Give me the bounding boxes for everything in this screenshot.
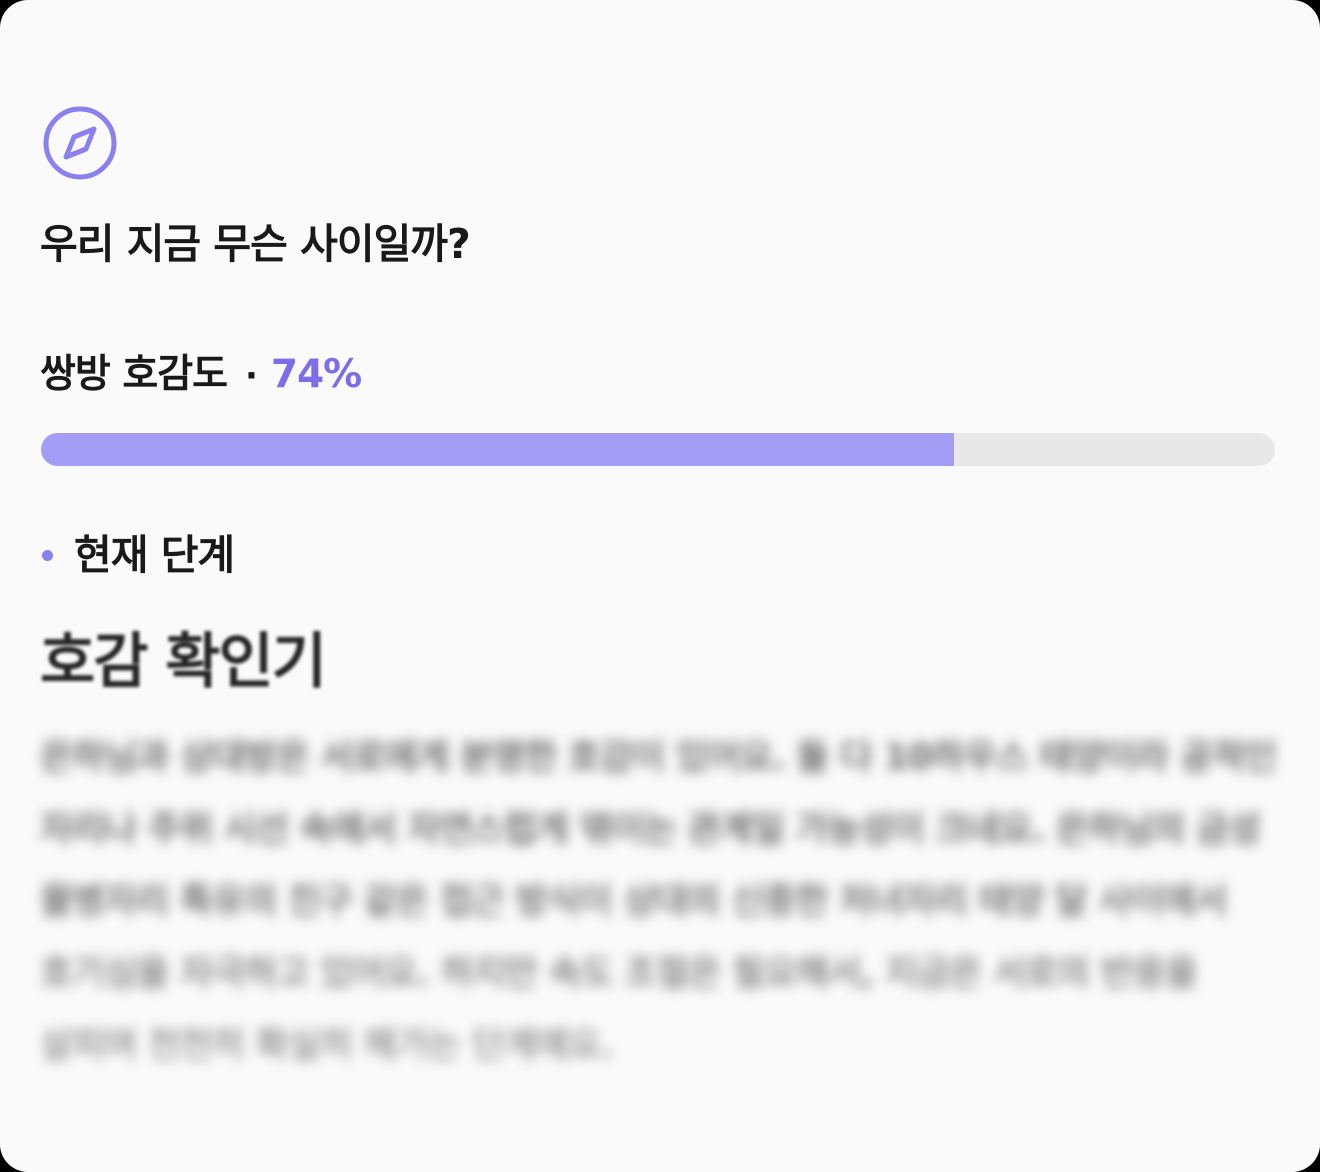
metric-separator: · [244,356,258,396]
stage-name: 호감 확인기 [40,627,327,697]
compass-icon [42,105,118,181]
relationship-card: 우리 지금 무슨 사이일까? 쌍방 호감도 · 74% 현재 단계 호감 확인기 은… [0,0,1320,1172]
metric-label: 쌍방 호감도 [40,352,228,397]
card-title: 우리 지금 무슨 사이일까? [40,220,471,268]
affinity-progress-bar [41,433,1275,466]
metric-value: 74% [270,352,362,397]
stage-description: 은하님과 상대방은 서로에게 분명한 호감이 있어요. 둘 다 10하우스 태양… [40,737,1277,1066]
affinity-progress-fill [41,433,955,466]
bullet-dot-icon [42,550,53,561]
current-stage-label: 현재 단계 [74,531,235,579]
mutual-affinity-metric: 쌍방 호감도 · 74% [40,345,362,406]
